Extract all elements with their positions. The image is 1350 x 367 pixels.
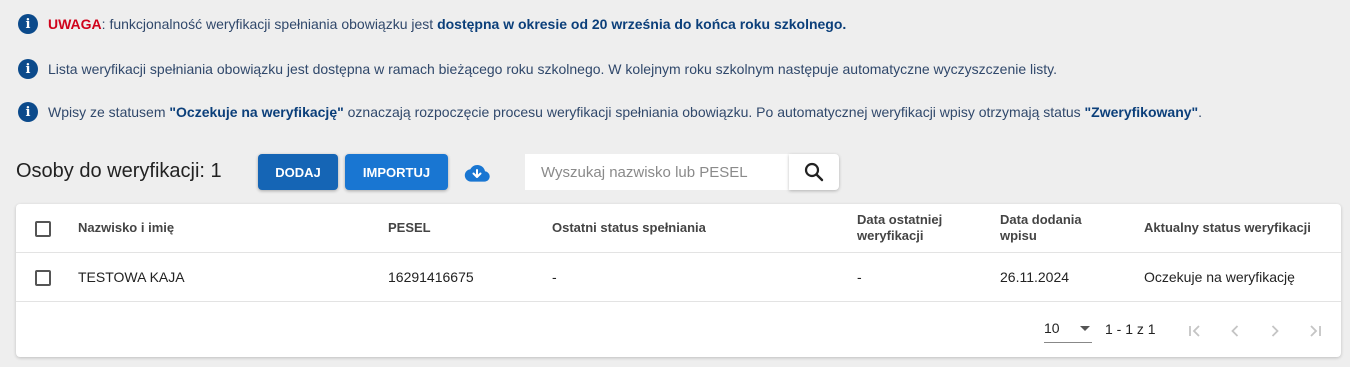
- column-header-current-status[interactable]: Aktualny status weryfikacji: [1144, 220, 1311, 236]
- header-line: Data dodania: [1000, 212, 1082, 227]
- column-header-last-verification[interactable]: Data ostatniej weryfikacji: [857, 212, 942, 244]
- page-size-value: 10: [1044, 320, 1060, 336]
- first-page-icon[interactable]: [1184, 320, 1206, 342]
- cell-pesel: 16291416675: [388, 269, 474, 285]
- column-header-name[interactable]: Nazwisko i imię: [78, 220, 174, 236]
- notice-status-info: i Wpisy ze statusem "Oczekuje na weryfik…: [18, 102, 1202, 122]
- verification-table: Nazwisko i imię PESEL Ostatni status spe…: [16, 204, 1341, 357]
- select-all-checkbox[interactable]: [35, 221, 51, 237]
- previous-page-icon[interactable]: [1224, 320, 1246, 342]
- cell-last-status: -: [552, 269, 557, 285]
- search-icon: [804, 162, 824, 182]
- notice-text: Wpisy ze statusem "Oczekuje na weryfikac…: [48, 104, 1202, 120]
- search-input[interactable]: [525, 154, 789, 190]
- header-line: Data ostatniej: [857, 212, 943, 227]
- chevron-down-icon: [1080, 326, 1090, 331]
- info-icon: i: [18, 14, 38, 34]
- last-page-icon[interactable]: [1304, 320, 1326, 342]
- column-header-date-added[interactable]: Data dodania wpisu: [1000, 212, 1082, 244]
- notice-list-info: i Lista weryfikacji spełniania obowiązku…: [18, 59, 1057, 79]
- warning-label: UWAGA: [48, 16, 102, 32]
- import-button[interactable]: IMPORTUJ: [345, 154, 448, 190]
- column-header-pesel[interactable]: PESEL: [388, 220, 431, 236]
- notice-text-part: .: [1198, 104, 1203, 120]
- cloud-download-icon[interactable]: [464, 163, 490, 183]
- cell-last-verification: -: [857, 269, 862, 285]
- search-button[interactable]: [789, 154, 839, 190]
- page-title: Osoby do weryfikacji: 1: [16, 160, 222, 182]
- notice-text: Lista weryfikacji spełniania obowiązku j…: [48, 61, 1057, 77]
- notice-text-part: Wpisy ze statusem: [48, 104, 170, 120]
- notice-bold: "Oczekuje na weryfikację": [169, 104, 344, 120]
- cell-date-added: 26.11.2024: [1000, 269, 1070, 285]
- header-line: wpisu: [1000, 228, 1037, 243]
- row-checkbox[interactable]: [35, 270, 51, 286]
- add-button[interactable]: DODAJ: [258, 154, 338, 190]
- page-range-label: 1 - 1 z 1: [1105, 321, 1156, 337]
- notice-text: UWAGA: funkcjonalność weryfikacji spełni…: [48, 16, 846, 32]
- cell-name: TESTOWA KAJA: [78, 269, 185, 285]
- column-header-last-status[interactable]: Ostatni status spełniania: [552, 220, 706, 236]
- notice-text-part: oznaczają rozpoczęcie procesu weryfikacj…: [343, 104, 1085, 120]
- header-line: weryfikacji: [857, 228, 924, 243]
- next-page-icon[interactable]: [1264, 320, 1286, 342]
- divider: [16, 301, 1341, 302]
- page-size-select[interactable]: 10: [1044, 320, 1092, 343]
- notice-warning: i UWAGA: funkcjonalność weryfikacji speł…: [18, 14, 846, 34]
- divider: [16, 252, 1341, 253]
- info-icon: i: [18, 59, 38, 79]
- notice-text-part: : funkcjonalność weryfikacji spełniania …: [101, 16, 438, 32]
- info-icon: i: [18, 102, 38, 122]
- cell-current-status: Oczekuje na weryfikację: [1144, 269, 1295, 285]
- notice-bold: dostępna w okresie od 20 września do koń…: [437, 16, 847, 32]
- notice-bold: "Zweryfikowany": [1084, 104, 1199, 120]
